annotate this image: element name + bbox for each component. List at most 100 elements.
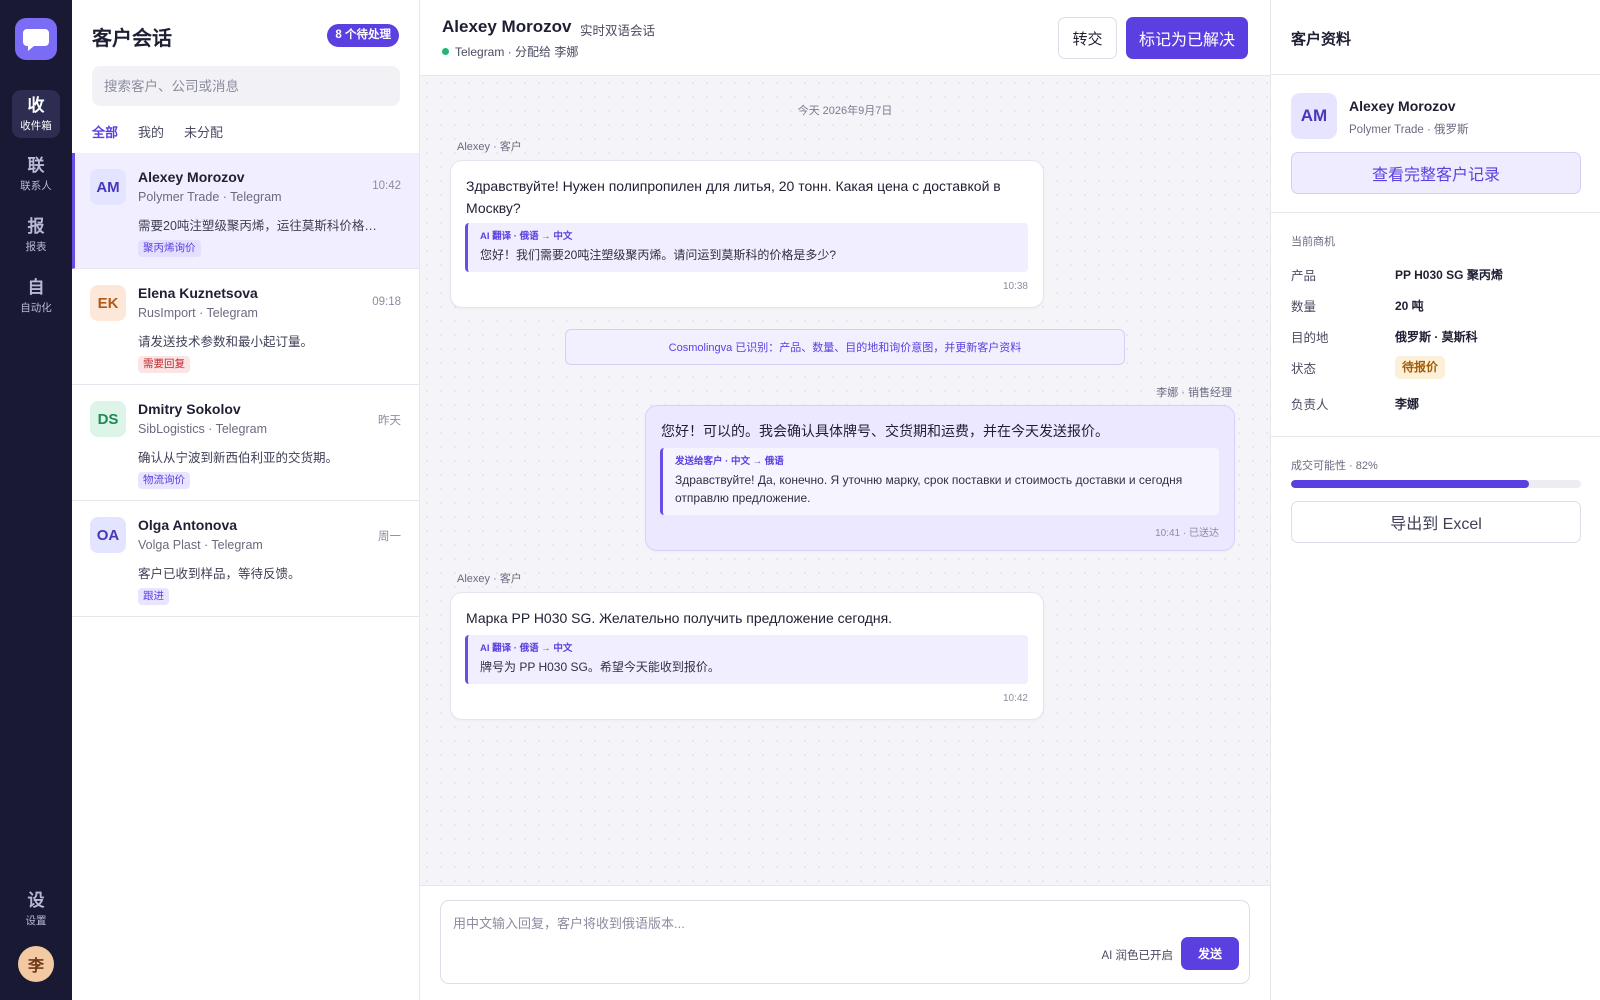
message-text: Здравствуйте! Нужен полипропилен для лит…: [466, 178, 1001, 216]
message-time: 10:38: [1002, 281, 1028, 292]
conversation-name: Elena Kuznetsova: [138, 285, 258, 301]
rail-item-contacts[interactable]: 联 联系人: [12, 150, 60, 198]
field-value-quantity: 20 吨: [1395, 299, 1424, 313]
avatar: EK: [90, 285, 126, 321]
conversation-item[interactable]: DS Dmitry Sokolov SibLogistics · Telegra…: [72, 385, 419, 501]
message-text: Марка PP H030 SG. Желательно получить пр…: [466, 610, 893, 626]
search-input[interactable]: [92, 66, 400, 106]
translation-label: AI 翻译 · 俄语 → 中文: [480, 231, 573, 242]
conversation-name: Alexey Morozov: [138, 169, 245, 185]
avatar: AM: [1291, 93, 1337, 139]
translation-text: 您好！我们需要20吨注塑级聚丙烯。请问运到莫斯科的价格是多少?: [480, 248, 837, 262]
chat-header: Alexey Morozov 实时双语会话 Telegram · 分配给 李娜 …: [420, 0, 1270, 76]
avatar: AM: [90, 169, 126, 205]
probability-bar-fill: [1291, 480, 1529, 488]
message-sender: 李娜 · 销售经理: [1156, 387, 1232, 399]
message-sender: Alexey · 客户: [457, 141, 522, 153]
conversation-preview: 请发送技术参数和最小起订量。: [138, 335, 314, 349]
conversation-time: 周一: [378, 531, 401, 543]
conversation-tag: 聚丙烯询价: [138, 240, 201, 257]
translation-block: 发送给客户 · 中文 → 俄语 Здравствуйте! Да, конечн…: [660, 448, 1219, 515]
ai-polish-status: AI 润色已开启: [1101, 950, 1173, 962]
avatar: DS: [90, 401, 126, 437]
view-customer-record-button[interactable]: 查看完整客户记录: [1291, 152, 1581, 194]
outgoing-message: 您好！可以的。我会确认具体牌号、交货期和运费，并在今天发送报价。 发送给客户 ·…: [645, 405, 1235, 551]
opportunity-title: 当前商机: [1291, 236, 1335, 248]
rail-item-automation[interactable]: 自 自动化: [12, 272, 60, 320]
filter-unassigned[interactable]: 未分配: [184, 122, 223, 141]
chat-mode-label: 实时双语会话: [580, 24, 656, 38]
composer: AI 润色已开启 发送: [440, 900, 1250, 984]
conversation-tag: 跟进: [138, 588, 169, 605]
field-label-quantity: 数量: [1291, 300, 1317, 314]
filter-mine[interactable]: 我的: [138, 122, 164, 141]
system-note: Cosmolingva 已识别：产品、数量、目的地和询价意图，并更新客户资料: [565, 329, 1125, 365]
settings-icon: 设: [27, 891, 45, 911]
message-time: 10:42: [1002, 693, 1028, 704]
message-time: 10:41 · 已送达: [1155, 528, 1219, 539]
pending-badge: 8 个待处理: [327, 24, 399, 47]
status-badge: 待报价: [1395, 356, 1446, 379]
panel-title: 客户资料: [1291, 31, 1352, 48]
composer-area: AI 润色已开启 发送: [420, 885, 1270, 1000]
mark-resolved-button[interactable]: 标记为已解决: [1126, 17, 1248, 59]
conversation-name: Dmitry Sokolov: [138, 401, 241, 417]
conversation-preview: 需要20吨注塑级聚丙烯，运往莫斯科价格多少: [138, 219, 378, 233]
field-value-destination: 俄罗斯 · 莫斯科: [1395, 330, 1478, 344]
message-sender: Alexey · 客户: [457, 573, 522, 585]
rail-item-inbox[interactable]: 收 收件箱: [12, 90, 60, 138]
reports-icon: 报: [27, 217, 45, 237]
customer-name: Alexey Morozov: [1349, 98, 1456, 114]
divider: [1271, 74, 1600, 75]
conversation-item[interactable]: OA Olga Antonova Volga Plast · Telegram …: [72, 501, 419, 617]
date-separator: 今天 2026年9月7日: [797, 105, 893, 117]
incoming-message: Здравствуйте! Нужен полипропилен для лит…: [450, 160, 1044, 308]
translation-block: AI 翻译 · 俄语 → 中文 您好！我们需要20吨注塑级聚丙烯。请问运到莫斯科…: [465, 223, 1028, 272]
translation-label: AI 翻译 · 俄语 → 中文: [480, 643, 573, 654]
send-button[interactable]: 发送: [1181, 937, 1239, 970]
avatar: OA: [90, 517, 126, 553]
user-avatar[interactable]: 李: [18, 946, 54, 982]
customer-company: Polymer Trade · 俄罗斯: [1349, 124, 1469, 136]
rail-item-label: 设置: [25, 915, 47, 927]
chat-status-text: Telegram · 分配给 李娜: [455, 45, 579, 59]
translation-text: 牌号为 PP H030 SG。希望今天能收到报价。: [480, 660, 720, 674]
conversation-filters: 全部 我的 未分配: [92, 122, 223, 141]
rail-item-label: 报表: [25, 241, 47, 253]
chat-logo-icon[interactable]: [15, 18, 57, 60]
rail-item-reports[interactable]: 报 报表: [12, 211, 60, 259]
conversation-tag: 物流询价: [138, 472, 190, 489]
conversation-preview: 确认从宁波到新西伯利亚的交货期。: [138, 451, 339, 465]
rail-item-settings[interactable]: 设 设置: [12, 885, 60, 933]
translation-block: AI 翻译 · 俄语 → 中文 牌号为 PP H030 SG。希望今天能收到报价…: [465, 635, 1028, 684]
list-title: 客户会话: [92, 28, 172, 50]
translation-label: 发送给客户 · 中文 → 俄语: [675, 456, 784, 467]
conversation-item[interactable]: EK Elena Kuznetsova RusImport · Telegram…: [72, 269, 419, 385]
conversation-tag: 需要回复: [138, 356, 190, 373]
divider: [1271, 212, 1600, 213]
filter-all[interactable]: 全部: [92, 122, 118, 141]
transfer-button[interactable]: 转交: [1058, 17, 1117, 59]
conversation-time: 10:42: [372, 180, 401, 192]
message-thread[interactable]: 今天 2026年9月7日 Alexey · 客户 Здравствуйте! Н…: [420, 76, 1270, 885]
app-rail: 收 收件箱 联 联系人 报 报表 自 自动化 设 设置 李: [0, 0, 72, 1000]
export-excel-button[interactable]: 导出到 Excel: [1291, 501, 1581, 543]
online-status-icon: [442, 48, 449, 55]
conversation-subtitle: Volga Plast · Telegram: [138, 538, 263, 552]
probability-bar: [1291, 480, 1581, 488]
field-label-status: 状态: [1291, 362, 1317, 376]
field-label-destination: 目的地: [1291, 331, 1329, 345]
chat-status: Telegram · 分配给 李娜: [442, 43, 578, 60]
conversation-subtitle: SibLogistics · Telegram: [138, 422, 267, 436]
field-label-product: 产品: [1291, 269, 1317, 283]
customer-profile-panel: 客户资料 AM Alexey Morozov Polymer Trade · 俄…: [1270, 0, 1600, 1000]
conversation-name: Olga Antonova: [138, 517, 238, 533]
conversation-list-panel: 客户会话 8 个待处理 全部 我的 未分配 AM Alexey Morozov …: [72, 0, 420, 1000]
rail-item-label: 联系人: [20, 180, 52, 192]
reply-input[interactable]: [453, 913, 1053, 953]
translation-text: Здравствуйте! Да, конечно. Я уточню марк…: [675, 473, 1183, 505]
conversation-subtitle: RusImport · Telegram: [138, 306, 258, 320]
automation-icon: 自: [27, 278, 45, 298]
conversation-item[interactable]: AM Alexey Morozov Polymer Trade · Telegr…: [72, 153, 419, 269]
conversation-time: 09:18: [372, 296, 401, 308]
